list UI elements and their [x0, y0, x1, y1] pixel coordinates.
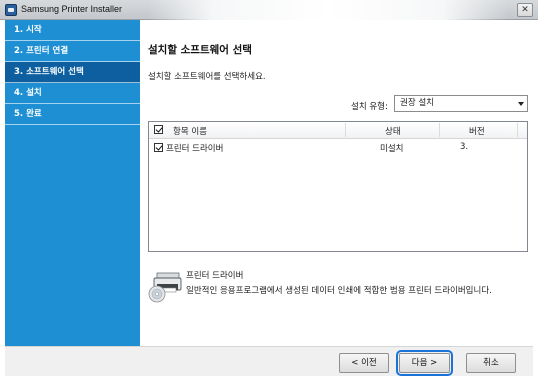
- software-table: 항목 이름 상태 버전 프린터 드라이버 미설치 3.: [148, 121, 528, 252]
- button-bar: < 이전 다음 > 취소: [5, 346, 533, 376]
- install-type-label: 설치 유형:: [351, 102, 388, 112]
- column-header-status[interactable]: 상태: [385, 125, 401, 137]
- column-divider: [517, 123, 518, 137]
- title-bar-background: [148, 0, 508, 20]
- step-sidebar: 1. 시작 2. 프린터 연결 3. 소프트웨어 선택 4. 설치 5. 완료: [5, 20, 140, 346]
- description-title: 프린터 드라이버: [186, 271, 244, 281]
- window-title: Samsung Printer Installer: [21, 4, 123, 14]
- table-header: 항목 이름 상태 버전: [149, 122, 527, 139]
- table-row[interactable]: 프린터 드라이버 미설치 3.: [149, 140, 527, 155]
- row-status: 미설치: [380, 144, 404, 154]
- printer-cd-icon: [148, 272, 182, 303]
- back-button[interactable]: < 이전: [339, 353, 389, 373]
- row-name: 프린터 드라이버: [166, 144, 224, 154]
- step-finish: 5. 완료: [5, 104, 140, 125]
- install-type-value: 권장 설치: [400, 98, 434, 108]
- column-header-version[interactable]: 버전: [469, 125, 485, 137]
- window-title-bar[interactable]: Samsung Printer Installer ✕: [0, 0, 538, 20]
- page-title: 설치할 소프트웨어 선택: [148, 44, 252, 56]
- chevron-down-icon: [518, 102, 524, 106]
- step-printer-connection: 2. 프린터 연결: [5, 41, 140, 62]
- description-text: 일반적인 응용프로그램에서 생성된 데이터 인쇄에 적합한 범용 프린터 드라이…: [186, 286, 492, 296]
- step-software-selection: 3. 소프트웨어 선택: [5, 62, 140, 83]
- install-type-select[interactable]: 권장 설치: [394, 95, 528, 112]
- cancel-button[interactable]: 취소: [466, 353, 516, 373]
- row-checkbox[interactable]: [154, 143, 163, 152]
- select-all-checkbox[interactable]: [154, 125, 163, 134]
- app-icon: [5, 4, 17, 16]
- row-version: 3.: [460, 142, 469, 152]
- main-panel: 설치할 소프트웨어 선택 설치할 소프트웨어를 선택하세요. 설치 유형: 권장…: [140, 20, 533, 346]
- close-button[interactable]: ✕: [517, 3, 533, 17]
- column-divider: [345, 123, 346, 137]
- next-button[interactable]: 다음 >: [396, 350, 453, 376]
- step-install: 4. 설치: [5, 83, 140, 104]
- page-subtitle: 설치할 소프트웨어를 선택하세요.: [148, 72, 266, 82]
- step-start: 1. 시작: [5, 20, 140, 41]
- column-header-name[interactable]: 항목 이름: [173, 125, 207, 137]
- column-divider: [439, 123, 440, 137]
